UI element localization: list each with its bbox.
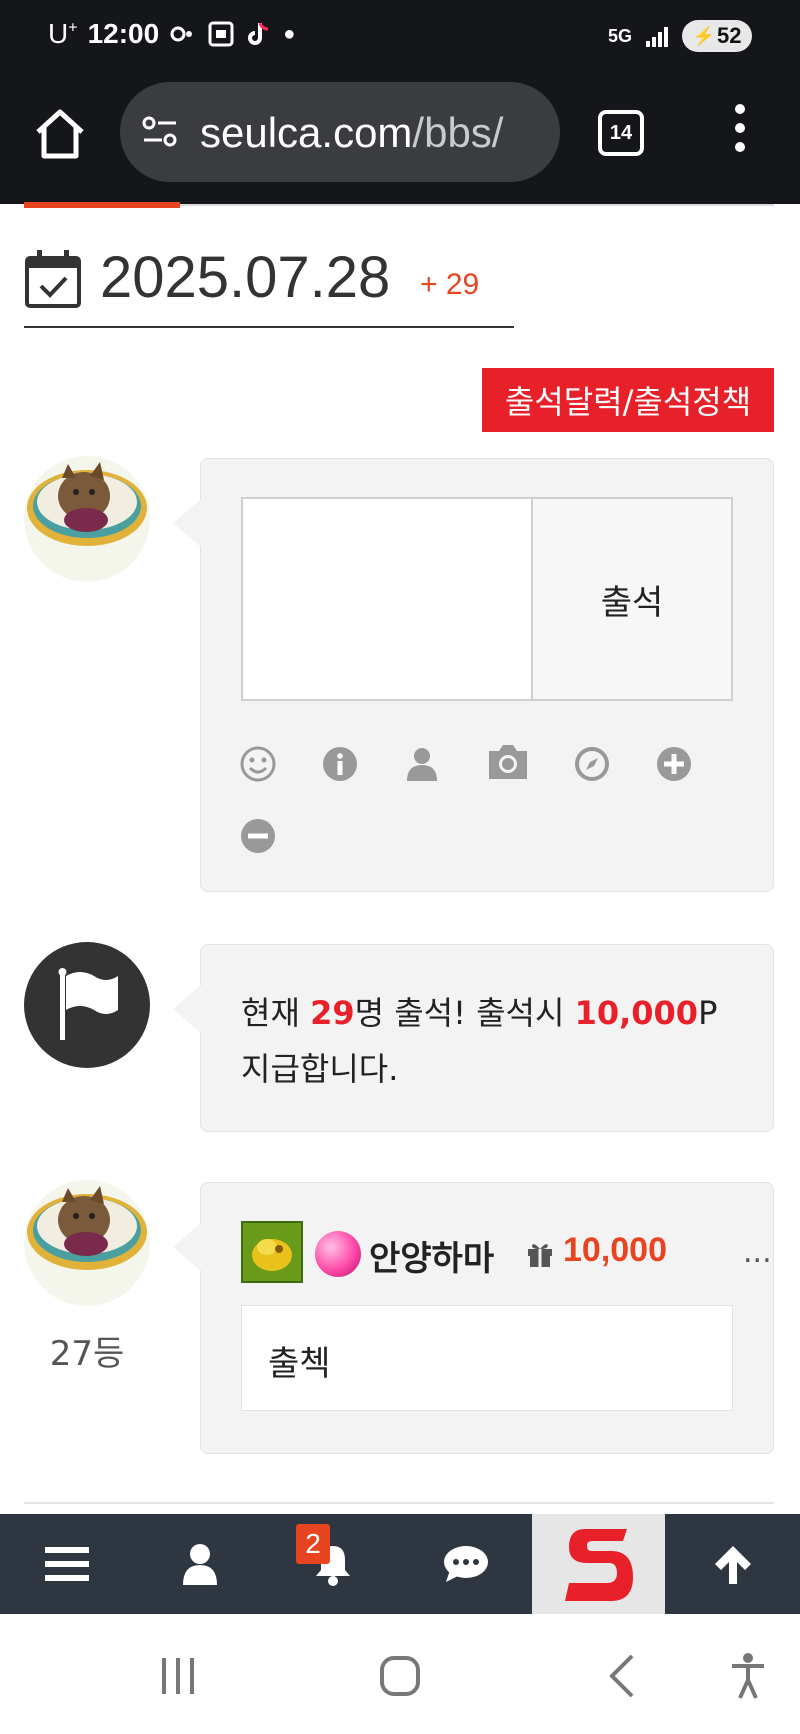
attendance-form: 출석 xyxy=(173,458,774,892)
home-circle-icon xyxy=(380,1656,420,1696)
url-bar[interactable]: seulca.com/bbs/ xyxy=(120,82,560,182)
attendance-total-count: 29 xyxy=(310,994,355,1032)
attendance-submit-button[interactable]: 출석 xyxy=(533,497,733,701)
link-icon xyxy=(170,26,193,42)
info-icon[interactable] xyxy=(321,745,359,783)
screenshot-icon xyxy=(208,21,234,47)
browser-menu-icon[interactable] xyxy=(728,104,752,160)
status-bar: U+ 12:00 ● 5G ⚡ 52 xyxy=(0,0,800,74)
attendance-entry: 안양하마 10,000 ... 출첵 xyxy=(173,1182,774,1454)
user-icon[interactable] xyxy=(403,745,441,783)
attendance-comment-input[interactable] xyxy=(241,497,533,701)
home-button[interactable] xyxy=(370,1644,430,1708)
entry-points: 10,000 xyxy=(563,1231,667,1269)
camera-icon[interactable] xyxy=(485,741,531,783)
home-icon[interactable] xyxy=(30,104,90,164)
dot-indicator: ● xyxy=(283,22,296,45)
recents-icon xyxy=(162,1658,194,1694)
smile-icon[interactable] xyxy=(239,745,277,783)
member-orb-icon xyxy=(315,1231,361,1277)
notice-avatar xyxy=(24,942,150,1068)
entry-header: 안양하마 10,000 ... xyxy=(241,1221,772,1285)
attendance-count-badge: + 29 xyxy=(420,268,480,301)
avatar xyxy=(24,456,150,582)
nav-scroll-top-button[interactable] xyxy=(666,1514,799,1614)
browser-toolbar: seulca.com/bbs/ 14 xyxy=(0,74,800,204)
accessibility-button[interactable] xyxy=(718,1644,778,1708)
attendance-rank: 27등 xyxy=(49,1334,125,1374)
charging-icon: ⚡ xyxy=(692,25,715,46)
nav-profile-button[interactable] xyxy=(133,1514,266,1614)
cat-avatar-image xyxy=(24,1180,150,1306)
calendar-check-icon xyxy=(25,250,81,308)
cat-avatar-image xyxy=(24,456,150,582)
nav-notification-button[interactable] xyxy=(266,1514,399,1614)
compass-icon[interactable] xyxy=(573,745,611,783)
entry-avatar xyxy=(24,1180,150,1306)
gift-icon xyxy=(528,1244,552,1267)
tiktok-icon xyxy=(248,22,269,45)
url-text[interactable]: seulca.com/bbs/ xyxy=(200,109,503,157)
more-options-button[interactable]: ... xyxy=(743,1235,772,1270)
signal-icon xyxy=(646,27,668,47)
member-nickname[interactable]: 안양하마 xyxy=(369,1231,494,1280)
nav-menu-button[interactable] xyxy=(0,1514,133,1614)
flag-icon xyxy=(58,968,118,1040)
date-header: 2025.07.28 + 29 xyxy=(24,244,514,328)
accessibility-icon xyxy=(732,1653,764,1699)
content-divider xyxy=(24,1502,774,1504)
notice-text: 현재 29명 출석! 출석시 10,000P 지급합니다. xyxy=(241,994,718,1088)
system-navigation-bar xyxy=(0,1614,800,1734)
back-button[interactable] xyxy=(592,1644,652,1708)
site-bottom-nav: 2 xyxy=(0,1514,800,1614)
attendance-calendar-button[interactable]: 출석달력/출석정책 xyxy=(482,368,774,432)
nav-chat-button[interactable] xyxy=(399,1514,532,1614)
user-icon xyxy=(182,1544,217,1585)
notification-badge: 2 xyxy=(296,1524,330,1564)
site-logo-button[interactable] xyxy=(532,1514,665,1614)
arrow-up-icon xyxy=(714,1546,751,1584)
back-icon xyxy=(609,1654,634,1698)
carrier-label: U+ xyxy=(48,18,78,49)
attendance-notice: 현재 29명 출석! 출석시 10,000P 지급합니다. xyxy=(173,944,774,1132)
reward-points: 10,000 xyxy=(574,994,699,1032)
network-icon: 5G xyxy=(607,25,632,46)
section-accent xyxy=(24,202,180,208)
minus-circle-icon[interactable] xyxy=(239,817,277,855)
attendance-date: 2025.07.28 xyxy=(100,245,391,310)
battery-indicator: ⚡ 52 xyxy=(682,20,752,52)
site-logo xyxy=(564,1529,633,1601)
entry-comment: 출첵 xyxy=(241,1305,733,1411)
recent-apps-button[interactable] xyxy=(148,1644,208,1708)
clock: 12:00 xyxy=(87,18,160,49)
plus-circle-icon[interactable] xyxy=(655,745,693,783)
level-icon xyxy=(241,1221,303,1283)
chat-icon xyxy=(443,1546,488,1582)
site-settings-icon[interactable] xyxy=(140,112,180,152)
tab-switcher-button[interactable]: 14 xyxy=(598,110,644,156)
menu-icon xyxy=(44,1547,89,1581)
comment-text: 출첵 xyxy=(268,1344,331,1384)
